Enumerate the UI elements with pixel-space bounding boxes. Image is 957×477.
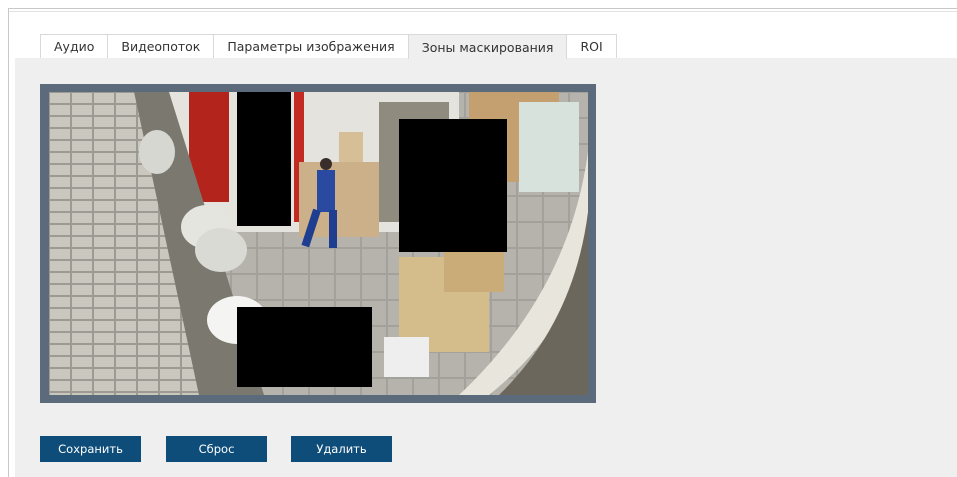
delete-button[interactable]: Удалить [291,436,392,462]
reset-button[interactable]: Сброс [166,436,267,462]
save-button[interactable]: Сохранить [40,436,141,462]
settings-tabs: Аудио Видеопоток Параметры изображения З… [40,34,617,59]
tab-audio[interactable]: Аудио [40,34,109,58]
tab-video-stream[interactable]: Видеопоток [107,34,215,58]
frame-top-border-inner [8,11,957,12]
tab-privacy-masks[interactable]: Зоны маскирования [407,34,568,59]
frame-left-border [8,8,9,477]
privacy-mask-3[interactable] [237,307,372,387]
privacy-mask-2[interactable] [399,119,507,252]
tab-roi[interactable]: ROI [566,34,617,58]
video-preview[interactable] [49,92,588,395]
privacy-mask-1[interactable] [237,92,291,226]
tab-image-parameters[interactable]: Параметры изображения [213,34,409,58]
frame-top-border [8,8,957,9]
